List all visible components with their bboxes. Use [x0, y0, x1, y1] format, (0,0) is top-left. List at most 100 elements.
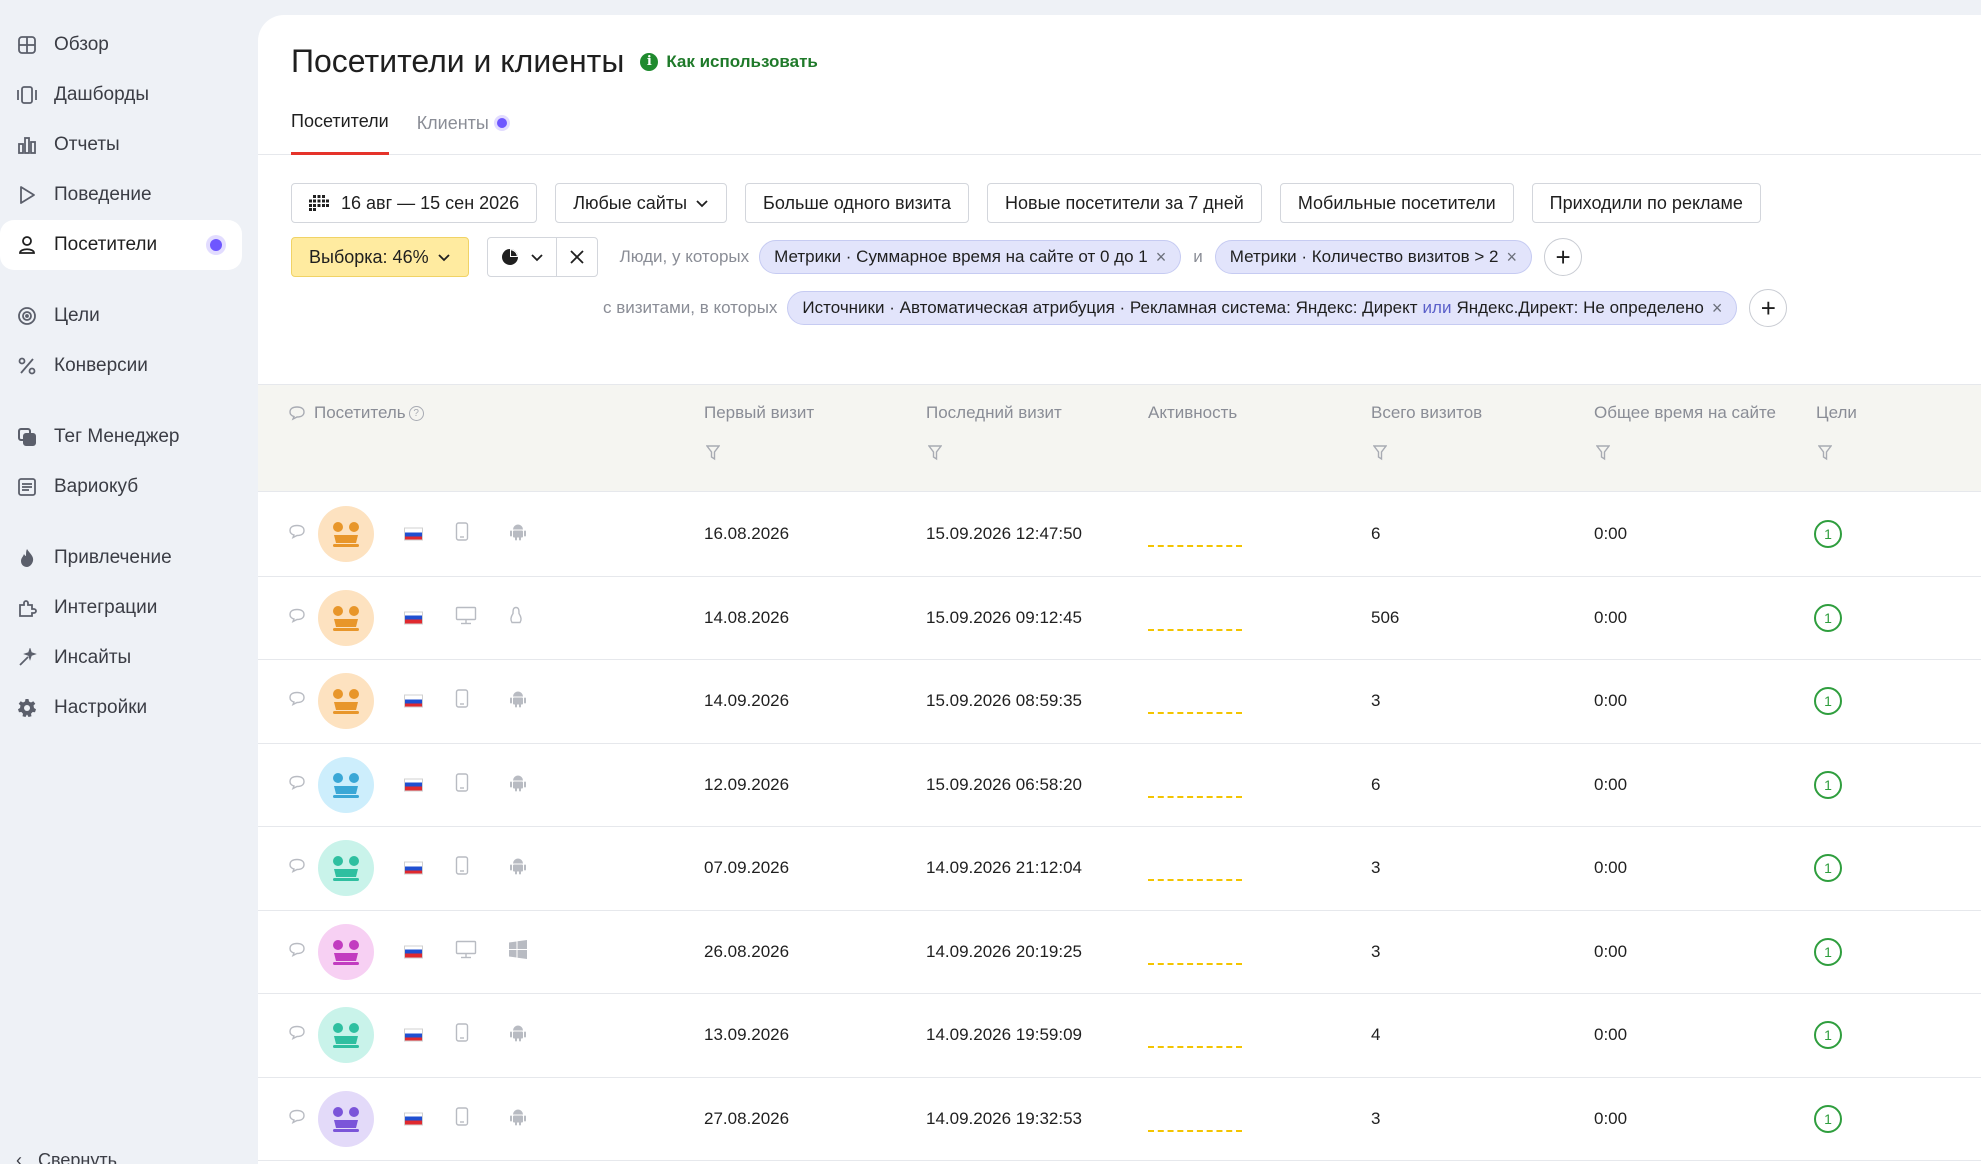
preset-more-than-one-visit[interactable]: Больше одного визита — [745, 183, 970, 223]
goals-badge[interactable]: 1 — [1814, 1021, 1842, 1050]
table-row[interactable]: 27.08.2026 14.09.2026 19:32:53 3 0:00 1 — [258, 1078, 1981, 1161]
sidebar-item-dashboards[interactable]: Дашборды — [0, 70, 258, 120]
comment-icon[interactable] — [288, 774, 306, 795]
sidebar-item-reports[interactable]: Отчеты — [0, 120, 258, 170]
person-icon — [16, 234, 38, 256]
table-row[interactable]: 13.09.2026 14.09.2026 19:59:09 4 0:00 1 — [258, 994, 1981, 1078]
close-icon[interactable]: × — [1712, 298, 1723, 319]
preset-mobile-visitors[interactable]: Мобильные посетители — [1279, 183, 1514, 223]
total-visits-cell: 3 — [1371, 941, 1381, 961]
goals-badge[interactable]: 1 — [1814, 937, 1842, 966]
tab-clients[interactable]: Клиенты — [417, 111, 507, 155]
total-time-cell: 0:00 — [1594, 691, 1628, 711]
avatar[interactable] — [318, 756, 374, 813]
filter-funnel-icon[interactable] — [1818, 445, 1832, 461]
russia-flag-icon — [404, 861, 423, 875]
how-to-use-link[interactable]: i Как использовать — [640, 52, 818, 72]
filter-funnel-icon[interactable] — [1373, 445, 1387, 461]
sidebar-item-integrations[interactable]: Интеграции — [0, 583, 258, 633]
table-row[interactable]: 26.08.2026 14.09.2026 20:19:25 3 0:00 1 — [258, 911, 1981, 994]
comment-icon[interactable] — [288, 607, 306, 628]
visit-condition-chip[interactable]: Источники · Автоматическая атрибуция · Р… — [787, 291, 1738, 325]
comment-icon[interactable] — [288, 524, 306, 545]
sample-dropdown[interactable]: Выборка: 46% — [291, 237, 469, 277]
column-total-visits[interactable]: Всего визитов — [1371, 403, 1482, 423]
help-icon[interactable]: ? — [408, 405, 424, 421]
avatar[interactable] — [318, 1007, 374, 1064]
filter-funnel-icon[interactable] — [1596, 445, 1610, 461]
table-row[interactable]: 07.09.2026 14.09.2026 21:12:04 3 0:00 1 — [258, 827, 1981, 911]
column-first-visit[interactable]: Первый визит — [704, 403, 814, 423]
sidebar-item-acquisition[interactable]: Привлечение — [0, 533, 258, 583]
preset-new-visitors-7-days[interactable]: Новые посетители за 7 дней — [987, 183, 1262, 223]
segment-menu-button[interactable] — [488, 238, 556, 276]
table-row[interactable]: 12.09.2026 15.09.2026 06:58:20 6 0:00 1 — [258, 744, 1981, 827]
sidebar-item-variocube[interactable]: Вариокуб — [0, 462, 258, 512]
comment-icon[interactable] — [288, 858, 306, 879]
column-total-time[interactable]: Общее время на сайте — [1594, 403, 1776, 423]
sidebar-item-label: Обзор — [54, 34, 109, 55]
close-icon[interactable]: × — [1156, 247, 1167, 268]
filter-funnel-icon[interactable] — [706, 445, 720, 461]
desktop-icon — [455, 605, 477, 630]
goals-badge[interactable]: 1 — [1814, 687, 1842, 716]
avatar[interactable] — [318, 1090, 374, 1147]
android-icon — [508, 772, 528, 797]
comment-icon[interactable] — [288, 691, 306, 712]
filter-funnel-icon[interactable] — [928, 445, 942, 461]
table-row[interactable]: 14.08.2026 15.09.2026 09:12:45 506 0:00 1 — [258, 577, 1981, 660]
preset-label: Мобильные посетители — [1297, 192, 1496, 213]
add-condition-button[interactable]: + — [1544, 238, 1583, 276]
sidebar-item-insights[interactable]: Инсайты — [0, 633, 258, 683]
sidebar-item-conversions[interactable]: Конверсии — [0, 341, 258, 391]
page-header: Посетители и клиенты i Как использовать … — [258, 15, 1981, 155]
sites-dropdown[interactable]: Любые сайты — [555, 183, 728, 223]
activity-sparkline — [1148, 962, 1242, 965]
add-visit-condition-button[interactable]: + — [1749, 289, 1788, 327]
table-row[interactable]: 16.08.2026 15.09.2026 12:47:50 6 0:00 1 — [258, 493, 1981, 577]
russia-flag-icon — [404, 1112, 423, 1126]
avatar[interactable] — [318, 923, 374, 980]
sidebar-item-visitors[interactable]: Посетители — [0, 220, 242, 270]
condition-chip[interactable]: Метрики · Суммарное время на сайте от 0 … — [759, 240, 1182, 274]
sidebar-item-goals[interactable]: Цели — [0, 291, 258, 341]
date-range-button[interactable]: 16 авг — 15 сен 2026 — [291, 183, 538, 223]
last-visit-cell: 15.09.2026 06:58:20 — [926, 774, 1082, 794]
goals-badge[interactable]: 1 — [1814, 1104, 1842, 1133]
goals-badge[interactable]: 1 — [1814, 854, 1842, 883]
sidebar-item-tag-manager[interactable]: Тег Менеджер — [0, 412, 258, 462]
tab-visitors[interactable]: Посетители — [291, 111, 389, 155]
sidebar-item-overview[interactable]: Обзор — [0, 20, 258, 70]
sparkle-icon — [16, 647, 38, 669]
total-visits-cell: 506 — [1371, 607, 1400, 627]
close-icon — [569, 250, 584, 264]
comment-icon[interactable] — [288, 1025, 306, 1046]
goals-badge[interactable]: 1 — [1814, 603, 1842, 632]
goals-badge[interactable]: 1 — [1814, 770, 1842, 799]
clear-segment-button[interactable] — [555, 238, 597, 276]
comment-icon[interactable] — [288, 941, 306, 962]
sidebar-item-settings[interactable]: Настройки — [0, 683, 258, 733]
collapse-sidebar-button[interactable]: ‹ Свернуть — [16, 1150, 117, 1164]
avatar[interactable] — [318, 506, 374, 563]
goals-badge[interactable]: 1 — [1814, 520, 1842, 549]
column-label: Первый визит — [704, 403, 815, 422]
condition-chip[interactable]: Метрики · Количество визитов > 2 × — [1214, 240, 1533, 274]
column-last-visit[interactable]: Последний визит — [926, 403, 1062, 423]
column-goals[interactable]: Цели — [1816, 403, 1857, 423]
sidebar-item-behavior[interactable]: Поведение — [0, 170, 258, 220]
last-visit-cell: 14.09.2026 19:59:09 — [926, 1025, 1082, 1045]
column-label: Последний визит — [926, 403, 1062, 422]
comment-icon[interactable] — [288, 1108, 306, 1129]
column-activity[interactable]: Активность — [1148, 403, 1237, 423]
column-visitor[interactable]: Посетитель ? — [288, 403, 424, 423]
avatar[interactable] — [318, 673, 374, 730]
visits-condition-label: с визитами, в которых — [603, 298, 778, 317]
first-visit-cell: 12.09.2026 — [704, 774, 790, 794]
avatar[interactable] — [318, 840, 374, 897]
avatar[interactable] — [318, 589, 374, 646]
preset-came-from-ads[interactable]: Приходили по рекламе — [1531, 183, 1761, 223]
first-visit-cell: 16.08.2026 — [704, 524, 790, 544]
close-icon[interactable]: × — [1507, 247, 1518, 268]
table-row[interactable]: 14.09.2026 15.09.2026 08:59:35 3 0:00 1 — [258, 660, 1981, 744]
